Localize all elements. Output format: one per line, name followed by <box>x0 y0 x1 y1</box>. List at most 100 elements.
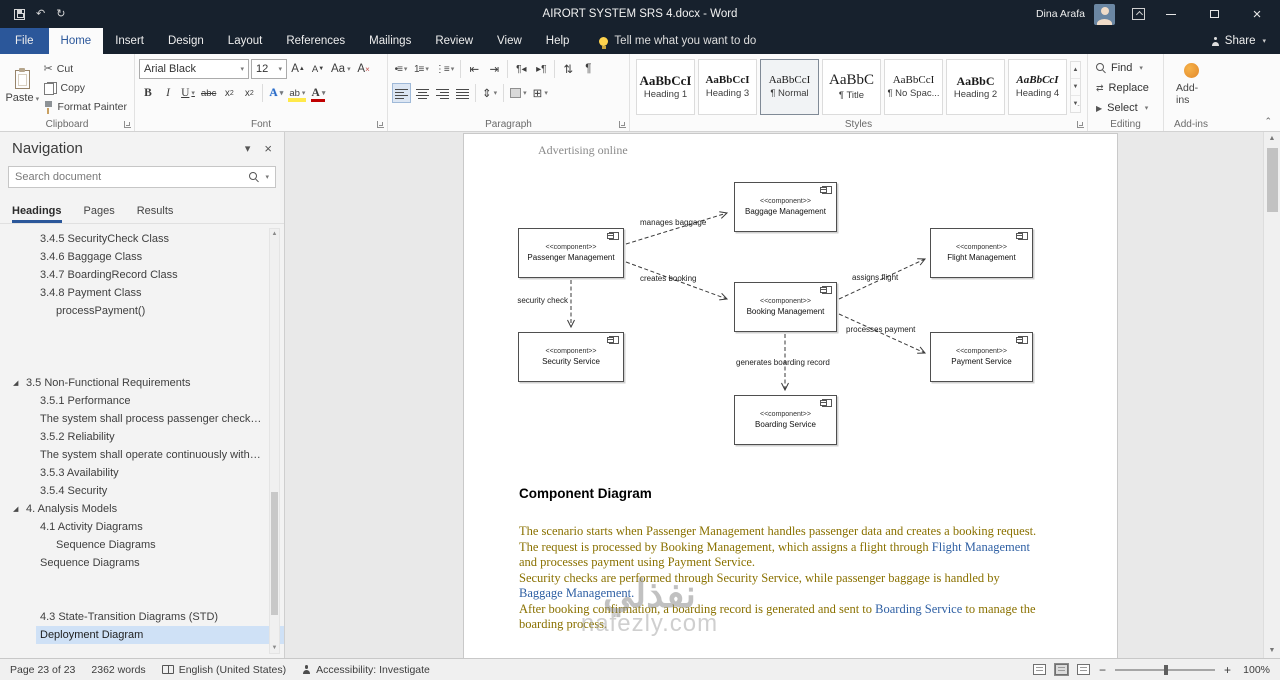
nav-heading-item[interactable]: 4.1 Activity Diagrams <box>0 518 284 536</box>
nav-heading-item[interactable]: The system shall process passenger check… <box>0 410 284 428</box>
nav-tab-results[interactable]: Results <box>137 205 174 223</box>
font-size-combo[interactable]: 12 ▾ <box>251 59 287 79</box>
replace-button[interactable]: ⇄ Replace <box>1096 79 1155 97</box>
search-input[interactable] <box>15 171 246 183</box>
bullets-button[interactable]: •≡ ▾ <box>392 59 410 79</box>
format-painter-button[interactable]: Format Painter <box>41 98 130 116</box>
nav-heading-item[interactable]: 3.5.3 Availability <box>0 464 284 482</box>
subscript-button[interactable]: x2 <box>220 83 238 103</box>
addins-button[interactable]: Add-ins <box>1168 57 1214 112</box>
tab-design[interactable]: Design <box>156 28 216 54</box>
chevron-down-icon[interactable]: ▾ <box>265 173 269 181</box>
tab-help[interactable]: Help <box>534 28 582 54</box>
language-indicator[interactable]: English (United States) <box>161 664 286 676</box>
ribbon-display-options-icon[interactable] <box>1132 8 1145 20</box>
cut-button[interactable]: ✂ Cut <box>41 60 130 78</box>
borders-button[interactable]: ⊞ ▾ <box>531 83 550 103</box>
component-flight[interactable]: <<component>> Flight Management <box>930 228 1033 278</box>
line-spacing-button[interactable]: ⇕ ▾ <box>480 83 499 103</box>
clipboard-dialog-launcher[interactable] <box>124 121 131 128</box>
scroll-down-icon[interactable]: ▼ <box>270 643 279 653</box>
tab-references[interactable]: References <box>274 28 357 54</box>
nav-scrollbar-thumb[interactable] <box>271 491 278 615</box>
search-icon[interactable] <box>249 172 259 182</box>
nav-heading-item[interactable]: Sequence Diagrams <box>0 554 284 572</box>
component-payment[interactable]: <<component>> Payment Service <box>930 332 1033 382</box>
collapse-ribbon-icon[interactable]: ⌃ <box>1264 116 1272 127</box>
justify-button[interactable] <box>453 83 471 103</box>
style-normal[interactable]: AaBbCcI ¶ Normal <box>760 59 819 115</box>
nav-heading-item[interactable]: The system shall operate continuously wi… <box>0 446 284 464</box>
scroll-up-icon[interactable]: ▲ <box>1264 132 1280 146</box>
style-no-spac-[interactable]: AaBbCcI ¶ No Spac... <box>884 59 943 115</box>
tab-home[interactable]: Home <box>48 28 104 54</box>
close-pane-icon[interactable]: × <box>264 141 272 156</box>
scroll-down-icon[interactable]: ▼ <box>1264 644 1280 658</box>
styles-dialog-launcher[interactable] <box>1077 121 1084 128</box>
redo-icon[interactable]: ↻ <box>56 8 65 20</box>
tab-layout[interactable]: Layout <box>216 28 275 54</box>
nav-heading-item[interactable]: ◢ 3.5 Non-Functional Requirements <box>0 374 284 392</box>
italic-button[interactable]: I <box>159 83 177 103</box>
find-button[interactable]: Find ▾ <box>1096 59 1155 77</box>
nav-heading-item[interactable]: 3.4.6 Baggage Class <box>0 248 284 266</box>
font-color-button[interactable]: A ▾ <box>309 83 327 103</box>
component-boarding[interactable]: <<component>> Boarding Service <box>734 395 837 445</box>
style-heading-1[interactable]: AaBbCcI Heading 1 <box>636 59 695 115</box>
multilevel-list-button[interactable]: ⋮≡ ▾ <box>433 59 456 79</box>
document-page[interactable]: Advertising online <<component>> Passeng… <box>463 133 1118 658</box>
font-dialog-launcher[interactable] <box>377 121 384 128</box>
superscript-button[interactable]: x2 <box>240 83 258 103</box>
close-button[interactable]: × <box>1240 0 1274 28</box>
web-layout-button[interactable] <box>1076 664 1090 675</box>
styles-scroll-up-icon[interactable]: ▲ <box>1071 62 1080 79</box>
zoom-level[interactable]: 100% <box>1240 664 1270 676</box>
nav-heading-item[interactable]: 4.3 State-Transition Diagrams (STD) <box>0 608 284 626</box>
minimize-button[interactable] <box>1154 0 1188 28</box>
nav-tab-headings[interactable]: Headings <box>12 205 62 223</box>
undo-icon[interactable]: ↶ <box>36 8 45 20</box>
decrease-indent-button[interactable]: ⇤ <box>465 59 483 79</box>
shading-button[interactable]: ▾ <box>508 83 529 103</box>
zoom-in-button[interactable]: + <box>1224 664 1231 676</box>
nav-heading-item[interactable]: 3.4.8 Payment Class <box>0 284 284 302</box>
strikethrough-button[interactable]: abc <box>199 83 218 103</box>
tab-insert[interactable]: Insert <box>103 28 156 54</box>
component-booking[interactable]: <<component>> Booking Management <box>734 282 837 332</box>
grow-font-button[interactable]: A ▲ <box>289 59 307 79</box>
tell-me-box[interactable]: Tell me what you want to do <box>599 28 756 54</box>
select-button[interactable]: ▶ Select ▾ <box>1096 99 1155 117</box>
styles-more-icon[interactable]: ▼̱ <box>1071 96 1080 112</box>
highlight-color-button[interactable]: ab ▾ <box>287 83 307 103</box>
bold-button[interactable]: B <box>139 83 157 103</box>
tab-mailings[interactable]: Mailings <box>357 28 423 54</box>
ltr-paragraph-button[interactable]: ¶◂ <box>512 59 530 79</box>
tab-view[interactable]: View <box>485 28 534 54</box>
nav-heading-item[interactable]: Sequence Diagrams <box>0 536 284 554</box>
numbering-button[interactable]: 1≡ ▾ <box>412 59 431 79</box>
show-hide-pilcrow-button[interactable]: ¶ <box>579 59 597 79</box>
restore-button[interactable] <box>1197 0 1231 28</box>
nav-heading-item[interactable]: Deployment Diagram <box>36 626 284 644</box>
document-scrollbar-thumb[interactable] <box>1267 148 1278 212</box>
nav-heading-item[interactable]: 3.5.4 Security <box>0 482 284 500</box>
zoom-slider[interactable] <box>1114 664 1215 675</box>
nav-heading-item[interactable]: ◢ 4. Analysis Models <box>0 500 284 518</box>
zoom-slider-thumb[interactable] <box>1163 664 1168 675</box>
styles-scroll-down-icon[interactable]: ▼ <box>1071 79 1080 96</box>
nav-heading-item[interactable]: 3.4.7 BoardingRecord Class <box>0 266 284 284</box>
component-passenger[interactable]: <<component>> Passenger Management <box>518 228 624 278</box>
nav-tab-pages[interactable]: Pages <box>84 205 115 223</box>
document-scrollbar[interactable]: ▲ ▼ <box>1263 132 1280 658</box>
increase-indent-button[interactable]: ⇥ <box>485 59 503 79</box>
text-effects-button[interactable]: A ▾ <box>267 83 285 103</box>
nav-heading-item[interactable]: 3.5.1 Performance <box>0 392 284 410</box>
style-heading-4[interactable]: AaBbCcI Heading 4 <box>1008 59 1067 115</box>
nav-heading-item[interactable]: 3.4.5 SecurityCheck Class <box>0 230 284 248</box>
align-center-button[interactable] <box>413 83 431 103</box>
style-heading-2[interactable]: AaBbC Heading 2 <box>946 59 1005 115</box>
read-mode-button[interactable] <box>1032 664 1046 675</box>
page-indicator[interactable]: Page 23 of 23 <box>10 664 75 676</box>
change-case-button[interactable]: Aa ▾ <box>329 59 353 79</box>
tab-review[interactable]: Review <box>423 28 485 54</box>
